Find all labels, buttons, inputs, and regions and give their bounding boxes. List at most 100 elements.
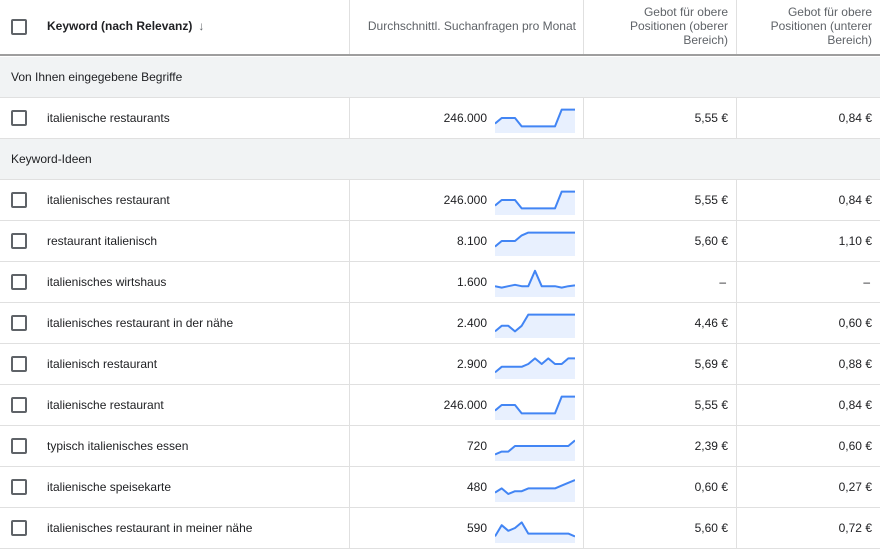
volume-cell: 720	[349, 426, 583, 466]
row-checkbox[interactable]	[11, 438, 27, 454]
group-header: Keyword-Ideen	[0, 139, 880, 180]
bid-high-value: 0,60 €	[694, 480, 728, 494]
trend-sparkline	[495, 479, 575, 502]
bid-low-cell: 0,88 €	[736, 344, 880, 384]
bid-low-value: 1,10 €	[838, 234, 872, 248]
header-bid-low: Gebot für obere Positionen (unterer Bere…	[770, 5, 872, 47]
table-row[interactable]: italienisch restaurant 2.900 5,69 € 0,88 €	[0, 344, 880, 385]
row-checkbox[interactable]	[11, 315, 27, 331]
volume-value: 480	[466, 480, 487, 494]
row-checkbox[interactable]	[11, 233, 27, 249]
header-keyword-cell[interactable]: Keyword (nach Relevanz) ↓	[0, 0, 349, 54]
bid-high-value: 2,39 €	[694, 439, 728, 453]
keyword-text: italienisches restaurant in meiner nähe	[47, 521, 253, 535]
header-volume: Durchschnittl. Suchanfragen pro Monat	[367, 19, 576, 33]
bid-high-cell: 4,46 €	[583, 303, 736, 343]
header-bid-low-cell[interactable]: Gebot für obere Positionen (unterer Bere…	[736, 0, 880, 54]
volume-cell: 1.600	[349, 262, 583, 302]
volume-value: 8.100	[456, 234, 487, 248]
row-checkbox[interactable]	[11, 479, 27, 495]
header-keyword[interactable]: Keyword (nach Relevanz) ↓	[47, 19, 204, 33]
bid-high-cell: –	[583, 262, 736, 302]
bid-low-value: 0,88 €	[838, 357, 872, 371]
volume-value: 1.600	[456, 275, 487, 289]
trend-sparkline	[495, 108, 575, 133]
table-row[interactable]: italienisches restaurant 246.000 5,55 € 0,8…	[0, 180, 880, 221]
bid-low-cell: 1,10 €	[736, 221, 880, 261]
table-row[interactable]: typisch italienisches essen 720 2,39 € 0,60…	[0, 426, 880, 467]
keyword-text: italienische restaurants	[47, 111, 170, 125]
select-all-checkbox[interactable]	[11, 19, 27, 35]
bid-low-value: 0,72 €	[838, 521, 872, 535]
row-checkbox[interactable]	[11, 274, 27, 290]
volume-value: 246.000	[443, 111, 487, 125]
volume-cell: 246.000	[349, 385, 583, 425]
volume-cell: 2.900	[349, 344, 583, 384]
bid-low-value: 0,84 €	[838, 193, 872, 207]
bid-high-cell: 5,69 €	[583, 344, 736, 384]
row-checkbox[interactable]	[11, 192, 27, 208]
volume-cell: 8.100	[349, 221, 583, 261]
bid-high-cell: 5,55 €	[583, 385, 736, 425]
keyword-text: italienisches restaurant in der nähe	[47, 316, 234, 330]
sparkline-area	[495, 396, 575, 420]
keyword-text: typisch italienisches essen	[47, 439, 189, 453]
bid-low-value: 0,84 €	[838, 398, 872, 412]
row-checkbox[interactable]	[11, 356, 27, 372]
bid-low-cell: 0,84 €	[736, 385, 880, 425]
trend-sparkline	[495, 231, 575, 256]
sparkline-area	[495, 109, 575, 133]
volume-value: 590	[466, 521, 487, 535]
volume-cell: 246.000	[349, 98, 583, 138]
keyword-text: italienisches wirtshaus	[47, 275, 167, 289]
group-label: Keyword-Ideen	[11, 152, 92, 166]
header-keyword-label: Keyword (nach Relevanz)	[47, 19, 193, 33]
sparkline-area	[495, 358, 575, 379]
keyword-text: italienische speisekarte	[47, 480, 172, 494]
volume-cell: 590	[349, 508, 583, 548]
row-checkbox[interactable]	[11, 110, 27, 126]
group-header: Von Ihnen eingegebene Begriffe	[0, 57, 880, 98]
bid-high-value: 5,60 €	[694, 234, 728, 248]
keyword-text: restaurant italienisch	[47, 234, 158, 248]
keyword-text: italienisches restaurant	[47, 193, 170, 207]
table-header: Keyword (nach Relevanz) ↓ Durchschnittl. …	[0, 0, 880, 56]
trend-sparkline	[495, 269, 575, 297]
trend-sparkline	[495, 313, 575, 338]
trend-sparkline	[495, 439, 575, 461]
keyword-text: italienische restaurant	[47, 398, 164, 412]
table-row[interactable]: italienisches restaurant in der nähe 2.40…	[0, 303, 880, 344]
volume-cell: 480	[349, 467, 583, 507]
volume-value: 246.000	[443, 193, 487, 207]
bid-low-cell: 0,27 €	[736, 467, 880, 507]
bid-high-value: 4,46 €	[694, 316, 728, 330]
bid-high-cell: 5,55 €	[583, 98, 736, 138]
table-row[interactable]: restaurant italienisch 8.100 5,60 € 1,10 €	[0, 221, 880, 262]
bid-high-value: –	[719, 275, 726, 289]
bid-low-value: 0,60 €	[838, 316, 872, 330]
bid-high-value: 5,60 €	[694, 521, 728, 535]
bid-high-value: 5,69 €	[694, 357, 728, 371]
bid-high-cell: 2,39 €	[583, 426, 736, 466]
bid-low-value: 0,27 €	[838, 480, 872, 494]
table-row[interactable]: italienische restaurant 246.000 5,55 € 0,84…	[0, 385, 880, 426]
table-row[interactable]: italienische restaurants 246.000 5,55 € 0,8…	[0, 98, 880, 139]
bid-low-value: 0,60 €	[838, 439, 872, 453]
table-row[interactable]: italienische speisekarte 480 0,60 € 0,27 €	[0, 467, 880, 508]
row-checkbox[interactable]	[11, 397, 27, 413]
table-row[interactable]: italienisches wirtshaus 1.600 – –	[0, 262, 880, 303]
header-bid-high-cell[interactable]: Gebot für obere Positionen (oberer Berei…	[583, 0, 736, 54]
row-checkbox[interactable]	[11, 520, 27, 536]
bid-low-value: 0,84 €	[838, 111, 872, 125]
sparkline-area	[495, 270, 575, 297]
bid-high-cell: 5,60 €	[583, 221, 736, 261]
bid-high-cell: 5,60 €	[583, 508, 736, 548]
volume-value: 2.900	[456, 357, 487, 371]
bid-low-cell: –	[736, 262, 880, 302]
trend-sparkline	[495, 357, 575, 379]
volume-value: 720	[466, 439, 487, 453]
bid-high-value: 5,55 €	[694, 111, 728, 125]
bid-high-value: 5,55 €	[694, 398, 728, 412]
header-volume-cell[interactable]: Durchschnittl. Suchanfragen pro Monat	[349, 0, 583, 54]
volume-value: 2.400	[456, 316, 487, 330]
